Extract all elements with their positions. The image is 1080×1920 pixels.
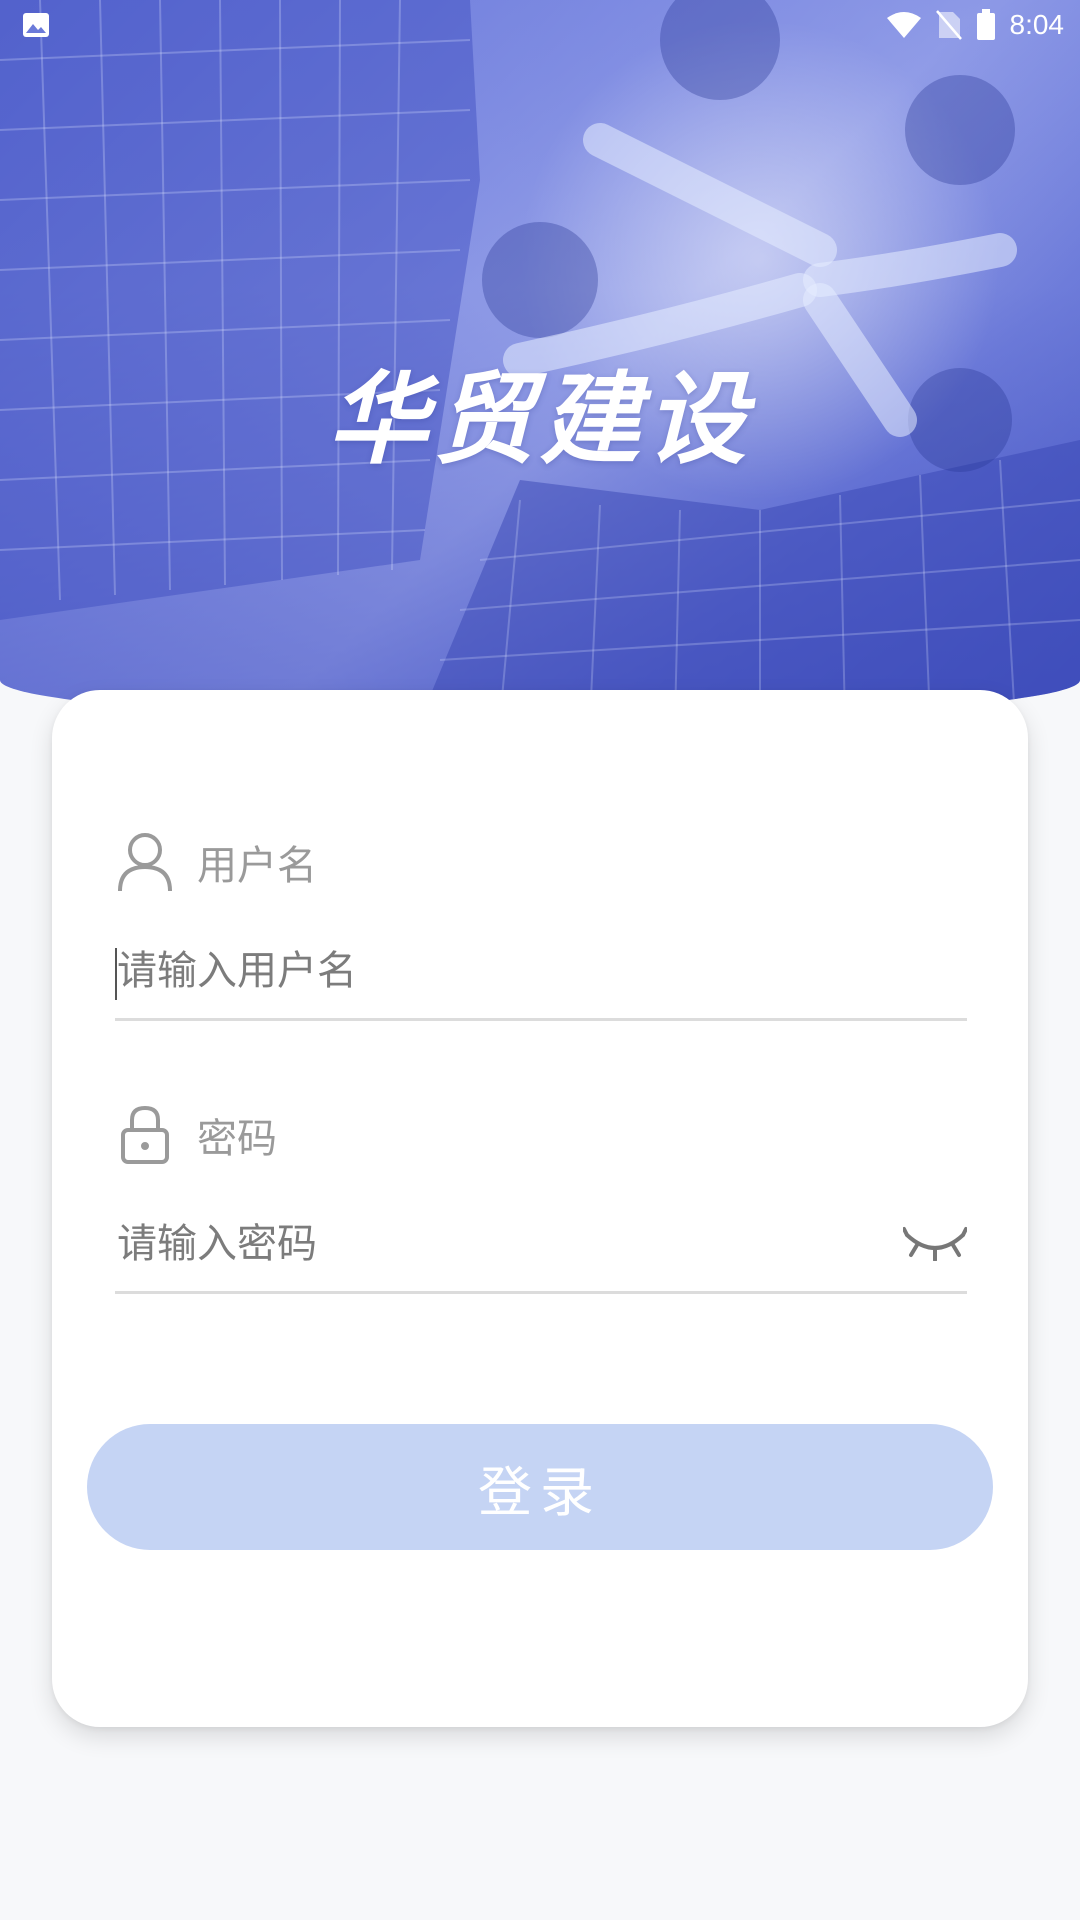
username-label: 用户名	[197, 843, 317, 889]
battery-icon	[976, 9, 995, 40]
password-label-row: 密码	[115, 1103, 277, 1167]
status-bar: 8:04	[0, 0, 1080, 50]
username-input[interactable]	[115, 936, 877, 1006]
lock-icon	[115, 1103, 175, 1167]
eye-closed-icon[interactable]	[903, 1223, 967, 1263]
username-label-row: 用户名	[115, 830, 317, 894]
no-sim-icon	[935, 10, 962, 40]
password-field[interactable]	[115, 1201, 967, 1294]
login-card: 用户名 密码 登录	[52, 690, 1028, 1727]
status-icons: 8:04	[886, 6, 1065, 44]
brand-title: 华贸建设	[328, 361, 752, 478]
image-icon	[23, 13, 49, 37]
login-button[interactable]: 登录	[87, 1424, 993, 1550]
password-input[interactable]	[115, 1209, 877, 1279]
hero-banner: 华贸建设	[0, 0, 1080, 720]
username-field[interactable]	[115, 928, 967, 1021]
password-label: 密码	[197, 1116, 277, 1162]
status-time: 8:04	[1009, 9, 1065, 40]
wifi-icon	[886, 12, 921, 38]
user-icon	[115, 830, 175, 894]
